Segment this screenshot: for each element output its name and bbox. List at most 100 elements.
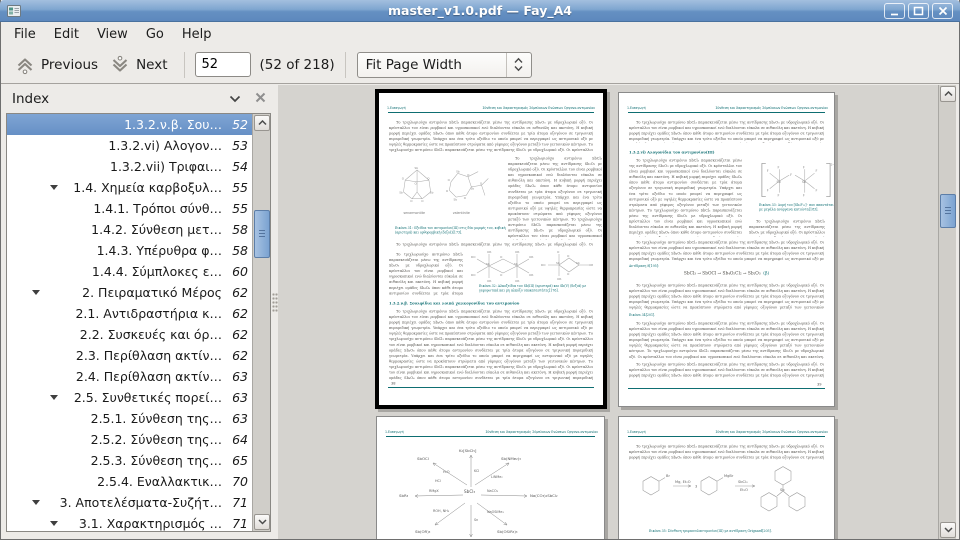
toolbar-separator [184, 52, 185, 78]
alkoxide-structures-figure: SbSbOO ROROOROR OROROROR SbSbOO ROOROOR [467, 249, 593, 283]
index-row[interactable]: 2.5.4. Εναλλακτικ…70 [7, 471, 252, 492]
svg-text:F: F [803, 194, 805, 198]
scroll-down-button[interactable] [254, 514, 270, 530]
svg-text:O: O [448, 178, 451, 182]
scroll-up-button[interactable] [254, 115, 270, 131]
pdf-page-40[interactable]: 1.ΕισαγωγήΣύνθεση και Χαρακτηρισμός Σύμπ… [376, 416, 605, 539]
index-row[interactable]: 2.4. Περίθλαση ακτίν…63 [7, 366, 252, 387]
index-row-label: 2.4. Περίθλαση ακτίν… [76, 369, 222, 384]
menu-edit[interactable]: Edit [45, 24, 88, 45]
index-row[interactable]: 3.1. Χαρακτηρισμός …71 [7, 513, 252, 532]
index-row[interactable]: 2.3. Περίθλαση ακτίν…62 [7, 345, 252, 366]
sidebar-scrollbar[interactable] [252, 114, 270, 531]
svg-text:OR: OR [515, 250, 519, 254]
minimize-button[interactable] [884, 3, 905, 19]
window-title: master_v1.0.pdf — Fay_A4 [0, 3, 960, 18]
expander-icon[interactable] [50, 185, 58, 190]
menu-go[interactable]: Go [137, 24, 173, 45]
zoom-mode-combobox[interactable]: Fit Page Width [357, 52, 532, 78]
index-row[interactable]: 3. Αποτελέσματα-Συζήτ…71 [7, 492, 252, 513]
body-text-block: Το τριχλωριούχο αντιμόνιο SbCl₃ παρασκευ… [508, 156, 602, 240]
index-row-page: 64 [222, 432, 252, 447]
reaction-equation: SbCl₃ → SbOCl → Sb₄O₅Cl₂ → Sb₂O₃ (β) [629, 271, 824, 276]
svg-text:F: F [803, 165, 805, 169]
index-row-page: 62 [222, 348, 252, 363]
index-row[interactable]: 2.5.3. Σύνθεση της…65 [7, 450, 252, 471]
index-row[interactable]: 2.2. Συσκευές και όρ…62 [7, 324, 252, 345]
pdf-page-38[interactable]: 1.ΕισαγωγήΣύνθεση και Χαρακτηρισμός Σύμπ… [375, 89, 607, 409]
index-row-label: 2.5.1. Σύνθεση της… [91, 411, 222, 426]
expander-icon[interactable] [32, 500, 40, 505]
pdf-page-41[interactable]: 1.ΕισαγωγήΣύνθεση και Χαρακτηρισμός Σύμπ… [618, 416, 835, 539]
index-row[interactable]: 2.5. Συνθετικές πορεί…63 [7, 387, 252, 408]
page-header-left: 1.Εισαγωγή [627, 106, 646, 110]
zoom-mode-value: Fit Page Width [358, 57, 506, 73]
index-row[interactable]: 1.4.3. Υπέρυθρα φ…58 [7, 240, 252, 261]
index-row-label: 2.1. Αντιδραστήρια κ… [75, 306, 222, 321]
document-scrollbar[interactable] [938, 85, 956, 539]
pdf-page-39[interactable]: 1.ΕισαγωγήΣύνθεση και Χαρακτηρισμός Σύμπ… [618, 92, 835, 407]
menu-help[interactable]: Help [173, 24, 221, 45]
sidebar-selector-chevron-icon[interactable] [229, 92, 241, 107]
sidebar-close-icon[interactable] [255, 92, 266, 107]
svg-text:O: O [567, 272, 570, 276]
index-row[interactable]: 1.3.2.vi) Αλογον…53 [7, 135, 252, 156]
index-row-page: 63 [222, 390, 252, 405]
index-row[interactable]: 1.4.1. Τρόποι σύνθ…55 [7, 198, 252, 219]
index-row-page: 62 [222, 306, 252, 321]
application-window: master_v1.0.pdf — Fay_A4 File Edit View … [0, 0, 960, 540]
svg-text:senarmontite: senarmontite [403, 211, 424, 215]
menu-view[interactable]: View [88, 24, 137, 45]
menu-file[interactable]: File [5, 24, 45, 45]
expander-icon[interactable] [50, 521, 58, 526]
index-row[interactable]: 1.3.2.ν.β. Σου…52 [7, 114, 252, 135]
index-row-page: 55 [222, 180, 252, 195]
svg-text:SbR₃: SbR₃ [399, 493, 409, 498]
grignard-reaction-figure: Br Mg, Et₂O 3 MgBr SbCl₃ Et₂O Sb [631, 465, 824, 527]
svg-text:F: F [767, 169, 769, 173]
figure-caption: Εικόνα 32: Αλκοξείδια του Sb(ΙΙΙ) (αριστ… [479, 284, 592, 294]
body-text-block: Το τριχλωριούχο αντιμόνιο SbCl₃ παρασκευ… [389, 252, 463, 297]
index-row[interactable]: 2.5.1. Σύνθεση της…63 [7, 408, 252, 429]
sidebar-scrollbar-thumb[interactable] [254, 210, 270, 258]
page-number-input[interactable] [195, 52, 251, 77]
svg-text:F: F [767, 189, 769, 193]
index-row-label: 2.2. Συσκευές και όρ… [80, 327, 222, 342]
document-scrollbar-thumb[interactable] [940, 194, 956, 228]
expander-icon[interactable] [50, 395, 58, 400]
index-row-label: 2.5. Συνθετικές πορεί… [74, 390, 222, 405]
svg-text:valentinite: valentinite [453, 211, 470, 215]
index-row[interactable]: 2.1. Αντιδραστήρια κ…62 [7, 303, 252, 324]
svg-text:Sb: Sb [415, 166, 419, 170]
svg-text:Sb: Sb [399, 191, 403, 195]
svg-text:O: O [427, 176, 430, 180]
svg-text:Sb: Sb [556, 261, 560, 265]
title-bar[interactable]: master_v1.0.pdf — Fay_A4 [0, 0, 960, 22]
index-row[interactable]: 2. Πειραματικό Μέρος62 [7, 282, 252, 303]
index-row[interactable]: 1.4.2. Σύνθεση μετ…58 [7, 219, 252, 240]
index-row-page: 65 [222, 453, 252, 468]
svg-text:O: O [467, 173, 470, 177]
scroll-up-button[interactable] [940, 86, 956, 102]
index-row[interactable]: 1.3.2.vii) Τριφαι…54 [7, 156, 252, 177]
index-row[interactable]: 2.5.2. Σύνθεση της…64 [7, 429, 252, 450]
body-text-block: Το τριχλωριούχο αντιμόνιο SbCl₃ παρασκευ… [629, 120, 824, 143]
svg-text:OR: OR [529, 273, 533, 277]
next-page-button[interactable]: Next [104, 52, 173, 78]
index-row-label: 1.4.1. Τρόποι σύνθ… [93, 201, 222, 216]
previous-page-button[interactable]: Previous [9, 52, 104, 78]
toolbar-separator [345, 52, 346, 78]
scroll-down-button[interactable] [940, 522, 956, 538]
body-text-block: Το τριχλωριούχο αντιμόνιο SbCl₃ παρασκευ… [389, 120, 593, 154]
index-row[interactable]: 1.4. Χημεία καρβοξυλ…55 [7, 177, 252, 198]
index-row-page: 54 [222, 159, 252, 174]
page-header-right: Σύνθεση και Χαρακτηρισμός Σύμπλοκων Ενώσ… [486, 430, 598, 434]
maximize-button[interactable] [908, 3, 929, 19]
page-number: 38 [391, 381, 396, 386]
index-row-page: 62 [222, 285, 252, 300]
document-view[interactable]: 1.Εισαγωγή Σύνθεση και Χαρακτηρισμός Σύμπ… [278, 85, 938, 539]
index-row-page: 71 [222, 516, 252, 531]
index-row[interactable]: 1.4.4. Σύμπλοκες ε…60 [7, 261, 252, 282]
expander-icon[interactable] [32, 290, 40, 295]
close-button[interactable] [932, 3, 953, 19]
